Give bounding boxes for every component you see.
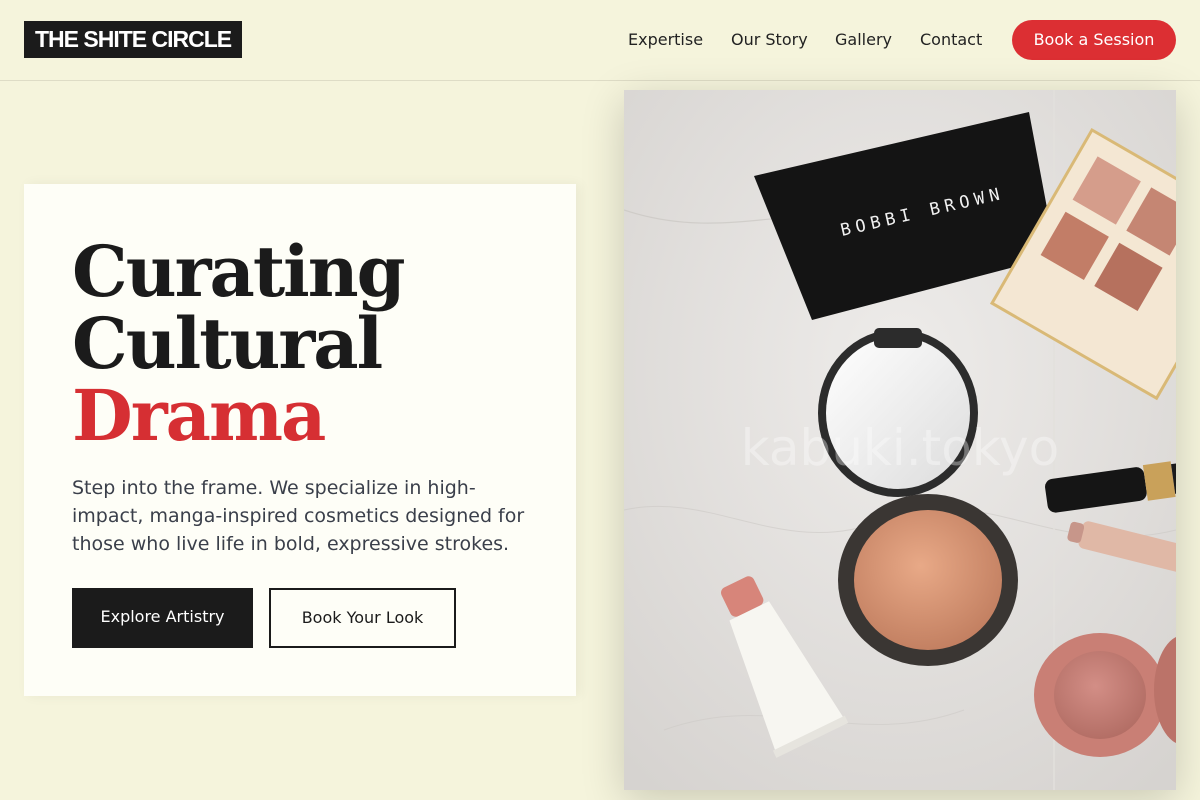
- nav-link-label[interactable]: Expertise: [628, 30, 703, 49]
- nav-link-our-story[interactable]: Our Story: [731, 0, 808, 80]
- headline-line-2: Cultural: [72, 302, 383, 385]
- hero-photo: BOBBI BROWN kabuki.tokyo: [624, 90, 1176, 790]
- site-logo[interactable]: THE SHITE CIRCLE: [24, 21, 243, 58]
- nav-link-contact[interactable]: Contact: [920, 0, 982, 80]
- headline-line-1: Curating: [72, 230, 406, 313]
- headline-accent: Drama: [72, 374, 326, 457]
- makeup-flatlay-image: BOBBI BROWN kabuki.tokyo: [624, 90, 1176, 790]
- book-session-button[interactable]: Book a Session: [1012, 20, 1176, 60]
- nav-link-gallery[interactable]: Gallery: [835, 0, 892, 80]
- hero-card: Curating Cultural Drama Step into the fr…: [24, 184, 576, 696]
- hero-headline: Curating Cultural Drama: [72, 230, 406, 457]
- nav-link-label[interactable]: Our Story: [731, 30, 808, 49]
- bronzer-compact: [838, 494, 1018, 666]
- nav-link-label[interactable]: Gallery: [835, 30, 892, 49]
- explore-artistry-button[interactable]: Explore Artistry: [72, 588, 253, 648]
- watermark-text: kabuki.tokyo: [741, 419, 1059, 477]
- book-your-look-button[interactable]: Book Your Look: [269, 588, 456, 648]
- site-header: THE SHITE CIRCLE Expertise Our Story Gal…: [0, 0, 1200, 81]
- nav-link-expertise[interactable]: Expertise: [628, 0, 703, 80]
- nav-link-label[interactable]: Contact: [920, 30, 982, 49]
- hero-description: Step into the frame. We specialize in hi…: [72, 477, 525, 555]
